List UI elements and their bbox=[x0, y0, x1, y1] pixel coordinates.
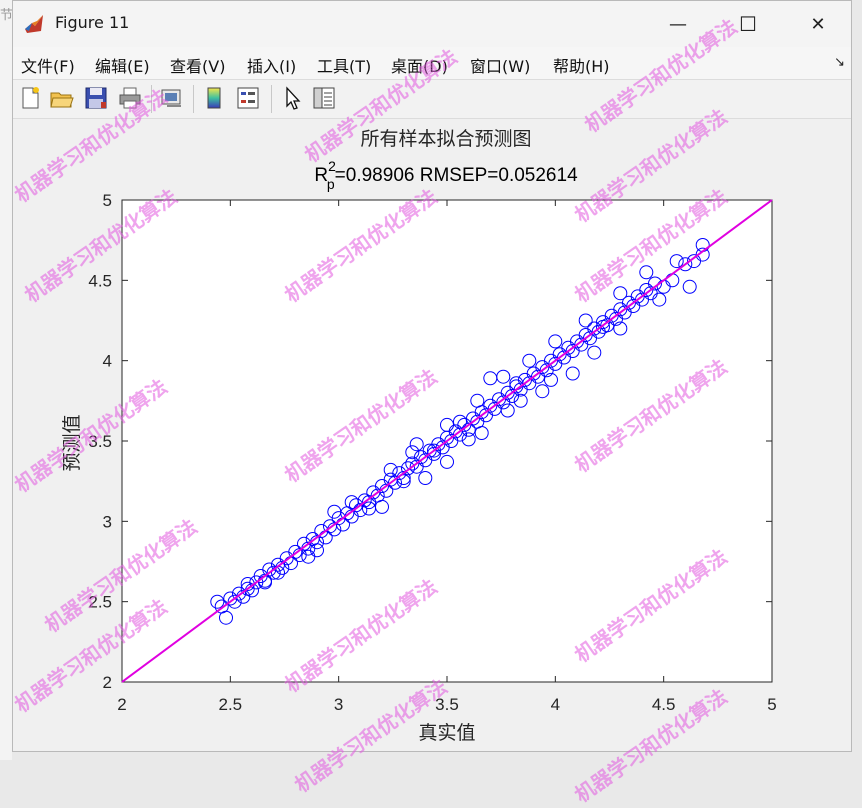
window-title: Figure 11 bbox=[55, 13, 130, 32]
title-bar[interactable]: Figure 11 — ☐ ✕ bbox=[13, 1, 851, 47]
menu-view[interactable]: 查看(V) bbox=[170, 53, 225, 77]
x-tick-label: 2.5 bbox=[219, 695, 243, 714]
y-axis-label: 预测值 bbox=[61, 414, 83, 471]
subtitle-metrics: =0.98906 RMSEP=0.052614 bbox=[335, 165, 578, 186]
open-file-icon[interactable] bbox=[49, 85, 75, 111]
y-tick-label: 5 bbox=[103, 191, 112, 210]
menu-file[interactable]: 文件(F) bbox=[21, 53, 75, 77]
scatter-plot: 所有样本拟合预测图 R2 p=0.98906 RMSEP=0.052614 2 2.… bbox=[61, 128, 777, 744]
minimize-icon: — bbox=[669, 13, 687, 35]
background-window-title-fragment: 节 bbox=[0, 8, 12, 23]
close-icon: ✕ bbox=[810, 13, 826, 35]
dock-arrow-icon[interactable]: ↘ bbox=[834, 55, 845, 70]
close-button[interactable]: ✕ bbox=[783, 1, 851, 47]
y-tick-label: 3.5 bbox=[88, 432, 112, 451]
x-tick-label: 3 bbox=[334, 695, 343, 714]
print-icon[interactable] bbox=[117, 85, 143, 111]
maximize-icon: ☐ bbox=[739, 12, 757, 36]
toolbar-separator bbox=[193, 85, 194, 113]
x-axis-label: 真实值 bbox=[418, 722, 475, 744]
x-tick-label: 2 bbox=[117, 695, 126, 714]
menu-desktop[interactable]: 桌面(D) bbox=[391, 53, 448, 77]
y-tick-label: 3 bbox=[103, 512, 112, 531]
save-icon[interactable] bbox=[83, 85, 109, 111]
x-tick-label: 3.5 bbox=[435, 695, 459, 714]
menu-insert[interactable]: 插入(I) bbox=[247, 53, 296, 77]
figure-toolbar bbox=[13, 80, 851, 119]
x-tick-label: 4 bbox=[551, 695, 560, 714]
x-tick-label: 5 bbox=[767, 695, 776, 714]
matlab-app-icon bbox=[25, 15, 43, 33]
figure-window: Figure 11 — ☐ ✕ 文件(F) 编辑(E) 查看(V) 插入(I) … bbox=[12, 0, 852, 752]
subtitle-sub: p bbox=[327, 176, 335, 192]
menu-window[interactable]: 窗口(W) bbox=[470, 53, 530, 77]
property-inspector-icon[interactable] bbox=[311, 85, 337, 111]
x-tick-label: 4.5 bbox=[652, 695, 676, 714]
colorbar-icon[interactable] bbox=[201, 85, 227, 111]
y-tick-label: 2.5 bbox=[88, 593, 112, 612]
new-figure-icon[interactable] bbox=[17, 85, 43, 111]
maximize-button[interactable]: ☐ bbox=[713, 1, 783, 47]
link-plot-icon[interactable] bbox=[159, 85, 185, 111]
toolbar-separator bbox=[271, 85, 272, 113]
legend-icon[interactable] bbox=[235, 85, 261, 111]
chart-title: 所有样本拟合预测图 bbox=[360, 128, 531, 150]
y-tick-label: 4 bbox=[103, 352, 112, 371]
chart-subtitle: R2 p=0.98906 RMSEP=0.052614 bbox=[314, 158, 578, 192]
y-tick-label: 2 bbox=[103, 673, 112, 692]
background-window-edge: 节 bbox=[0, 0, 12, 760]
figure-canvas: 所有样本拟合预测图 R2 p=0.98906 RMSEP=0.052614 2 2.… bbox=[13, 119, 851, 751]
menu-edit[interactable]: 编辑(E) bbox=[95, 53, 150, 77]
menu-tools[interactable]: 工具(T) bbox=[317, 53, 371, 77]
minimize-button[interactable]: — bbox=[643, 1, 713, 47]
y-tick-label: 4.5 bbox=[88, 271, 112, 290]
toolbar-separator bbox=[151, 85, 152, 113]
menu-help[interactable]: 帮助(H) bbox=[553, 53, 610, 77]
pointer-icon[interactable] bbox=[279, 85, 305, 111]
menu-bar: 文件(F) 编辑(E) 查看(V) 插入(I) 工具(T) 桌面(D) 窗口(W… bbox=[13, 47, 851, 80]
